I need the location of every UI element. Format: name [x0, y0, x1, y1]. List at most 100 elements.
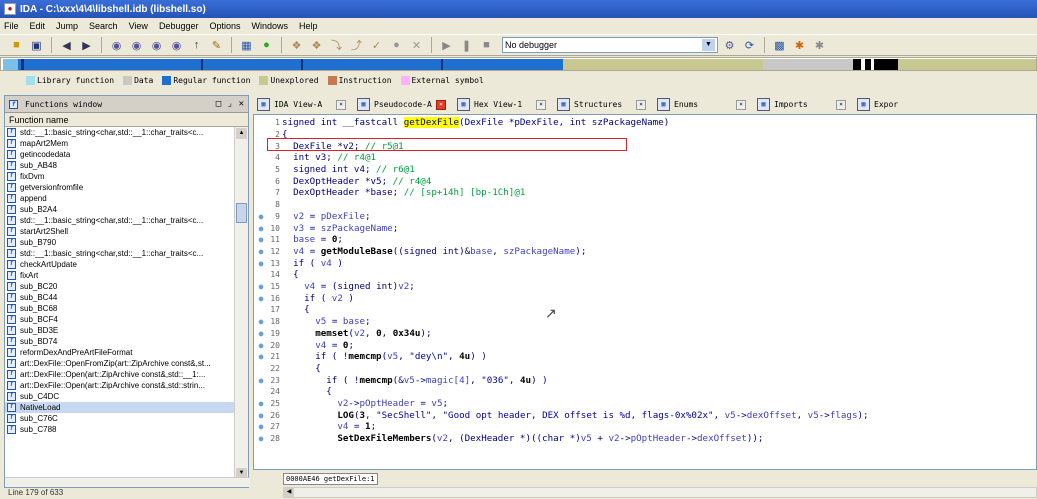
- breakpoint-dot-icon[interactable]: ●: [254, 376, 268, 385]
- search-next-icon[interactable]: ◉: [148, 37, 165, 54]
- breakpoint-dot-icon[interactable]: ●: [254, 411, 268, 420]
- function-list-item[interactable]: f sub_BD3E: [5, 325, 235, 336]
- breakpoint-icon[interactable]: ●: [388, 37, 405, 54]
- back-icon[interactable]: ◀: [58, 37, 75, 54]
- jump-up-icon[interactable]: ↑: [188, 37, 205, 54]
- breakpoint-dot-icon[interactable]: ●: [254, 317, 268, 326]
- code-line[interactable]: 1 signed int __fastcall getDexFile(DexFil…: [254, 117, 1036, 129]
- code-line[interactable]: 2{: [254, 129, 1036, 141]
- restore-icon[interactable]: □: [216, 99, 221, 109]
- code-line[interactable]: 5 signed int v4; // r6@1: [254, 164, 1036, 176]
- function-list-item[interactable]: f sub_C4DC: [5, 391, 235, 402]
- code-line[interactable]: ● 27 v4 = 1;: [254, 421, 1036, 433]
- function-list-item[interactable]: f sub_BCF4: [5, 314, 235, 325]
- plugin-icon[interactable]: ✱: [791, 37, 808, 54]
- breakpoint-dot-icon[interactable]: ●: [254, 329, 268, 338]
- play-icon[interactable]: ▶: [438, 37, 455, 54]
- trace-step-icon[interactable]: ❖: [308, 37, 325, 54]
- breakpoint-dot-icon[interactable]: ●: [254, 247, 268, 256]
- menu-windows[interactable]: Windows: [252, 21, 289, 31]
- close-tab-icon[interactable]: ×: [436, 99, 446, 110]
- code-line[interactable]: ● 23 if ( !memcmp(&v5->magic[4], "036", 4…: [254, 374, 1036, 386]
- text-search-icon[interactable]: ◉: [128, 37, 145, 54]
- close-tab-icon[interactable]: ×: [636, 99, 646, 110]
- save-icon[interactable]: ▣: [28, 37, 45, 54]
- code-line[interactable]: ● 9 v2 = pDexFile;: [254, 211, 1036, 223]
- function-list-item[interactable]: f NativeLoad: [5, 402, 235, 413]
- mark-icon[interactable]: ✎: [208, 37, 225, 54]
- tab-ida-view-a[interactable]: ▦ IDA View-A ×: [253, 96, 350, 113]
- binary-search-icon[interactable]: ◉: [108, 37, 125, 54]
- breakpoint-dot-icon[interactable]: ●: [254, 224, 268, 233]
- pin-icon[interactable]: ⌟: [227, 99, 232, 109]
- tab-expor[interactable]: ▦ Expor: [853, 96, 902, 113]
- breakpoint-dot-icon[interactable]: ●: [254, 341, 268, 350]
- tab-pseudocode-a[interactable]: ▦ Pseudocode-A ×: [353, 96, 450, 113]
- code-line[interactable]: ● 26 LOG(3, "SecShell", "Good opt header,…: [254, 410, 1036, 422]
- navigation-band[interactable]: [0, 57, 1037, 71]
- code-line[interactable]: ● 20 v4 = 0;: [254, 339, 1036, 351]
- function-list-hscrollbar[interactable]: [5, 477, 250, 487]
- code-line[interactable]: 8: [254, 199, 1036, 211]
- code-line[interactable]: ● 13 if ( v4 ): [254, 257, 1036, 269]
- breakpoint-dot-icon[interactable]: ●: [254, 399, 268, 408]
- debug-options-icon[interactable]: ⚙: [721, 37, 738, 54]
- step-into-icon[interactable]: ⤵: [328, 37, 345, 54]
- function-list-item[interactable]: f sub_BC44: [5, 292, 235, 303]
- code-line[interactable]: 17 {: [254, 304, 1036, 316]
- stop-icon[interactable]: ■: [478, 37, 495, 54]
- code-line[interactable]: ● 25 v2->pOptHeader = v5;: [254, 398, 1036, 410]
- function-list-item[interactable]: f sub_B790: [5, 237, 235, 248]
- breakpoint-dot-icon[interactable]: ●: [254, 422, 268, 431]
- function-list-item[interactable]: f sub_BD74: [5, 336, 235, 347]
- menu-options[interactable]: Options: [209, 21, 240, 31]
- menu-search[interactable]: Search: [89, 21, 118, 31]
- code-line[interactable]: ● 16 if ( v2 ): [254, 293, 1036, 305]
- menu-jump[interactable]: Jump: [56, 21, 78, 31]
- scroll-up-icon[interactable]: ▲: [236, 128, 247, 139]
- search-icon[interactable]: ◉: [168, 37, 185, 54]
- function-list-item[interactable]: f fixDvm: [5, 171, 235, 182]
- breakpoint-dot-icon[interactable]: ●: [254, 352, 268, 361]
- code-line[interactable]: ● 21 if ( !memcmp(v5, "dey\n", 4u) ): [254, 351, 1036, 363]
- chart-icon[interactable]: ▩: [771, 37, 788, 54]
- debugger-select[interactable]: No debugger ▼: [502, 37, 718, 53]
- breakpoint-dot-icon[interactable]: ●: [254, 294, 268, 303]
- tab-hex-view-1[interactable]: ▦ Hex View-1 ×: [453, 96, 550, 113]
- breakpoint-dot-icon[interactable]: ●: [254, 235, 268, 244]
- function-list-item[interactable]: f art::DexFile::Open(art::ZipArchive cons…: [5, 380, 235, 391]
- function-list-scrollbar[interactable]: ▲ ▼: [234, 127, 248, 480]
- code-line[interactable]: 24 {: [254, 386, 1036, 398]
- code-line[interactable]: 14 {: [254, 269, 1036, 281]
- breakpoint-dot-icon[interactable]: ●: [254, 434, 268, 443]
- open-icon[interactable]: ■: [8, 37, 25, 54]
- run-to-icon[interactable]: ✓: [368, 37, 385, 54]
- menu-help[interactable]: Help: [299, 21, 318, 31]
- tab-enums[interactable]: ▦ Enums ×: [653, 96, 750, 113]
- delete-icon[interactable]: ✕: [408, 37, 425, 54]
- tab-imports[interactable]: ▦ Imports ×: [753, 96, 850, 113]
- function-list-item[interactable]: f sub_B2A4: [5, 204, 235, 215]
- function-list-item[interactable]: f sub_BC68: [5, 303, 235, 314]
- refresh-icon[interactable]: ⟳: [741, 37, 758, 54]
- code-line[interactable]: ● 12 v4 = getModuleBase((signed int)&base…: [254, 246, 1036, 258]
- function-list-item[interactable]: f std::__1::basic_string<char,std::__1::c…: [5, 215, 235, 226]
- function-list-item[interactable]: f getversionfromfile: [5, 182, 235, 193]
- forward-icon[interactable]: ▶: [78, 37, 95, 54]
- close-tab-icon[interactable]: ×: [736, 99, 746, 110]
- breakpoint-dot-icon[interactable]: ●: [254, 212, 268, 221]
- function-name-column-header[interactable]: Function name: [5, 113, 248, 127]
- function-list-item[interactable]: f startArt2Shell: [5, 226, 235, 237]
- breakpoint-dot-icon[interactable]: ●: [254, 282, 268, 291]
- code-line[interactable]: ● 11 base = 0;: [254, 234, 1036, 246]
- menu-debugger[interactable]: Debugger: [159, 21, 199, 31]
- menu-view[interactable]: View: [129, 21, 148, 31]
- code-line[interactable]: 6 DexOptHeader *v5; // r4@4: [254, 176, 1036, 188]
- close-tab-icon[interactable]: ×: [336, 99, 346, 110]
- step-over-icon[interactable]: ⤴: [348, 37, 365, 54]
- close-icon[interactable]: ✕: [239, 99, 244, 109]
- function-list-item[interactable]: f sub_BC20: [5, 281, 235, 292]
- green-circle-icon[interactable]: ●: [258, 37, 275, 54]
- function-list-item[interactable]: f append: [5, 193, 235, 204]
- function-list-item[interactable]: f getincodedata: [5, 149, 235, 160]
